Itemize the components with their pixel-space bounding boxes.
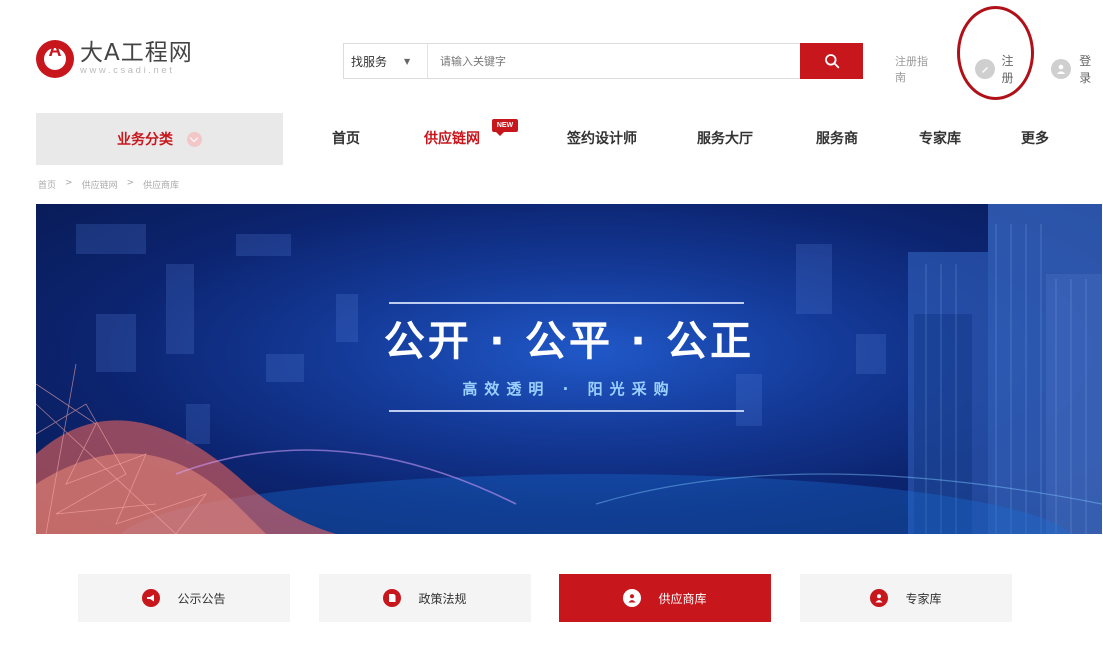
- tab-announcements-label: 公示公告: [177, 591, 226, 606]
- tab-announcements[interactable]: 公示公告: [78, 574, 290, 622]
- search-bar: 找服务 ▼: [343, 43, 863, 79]
- tab-expert-library-label: 专家库: [905, 591, 942, 606]
- search-input[interactable]: [428, 44, 800, 78]
- pencil-icon: [974, 59, 995, 79]
- chevron-down-icon: [187, 131, 202, 147]
- register-link[interactable]: 注册: [974, 52, 1026, 86]
- user-icon: [623, 589, 642, 607]
- banner-top-rule: [389, 302, 744, 304]
- banner-bottom-rule: [389, 410, 744, 412]
- banner-subtitle: 高效透明 · 阳光采购: [462, 380, 676, 398]
- breadcrumb-separator: >: [65, 178, 73, 188]
- nav-item-supply-chain[interactable]: 供应链网 NEW: [424, 113, 518, 165]
- banner-title: 公开 · 公平 · 公正: [383, 317, 755, 365]
- hero-banner: 公开 · 公平 · 公正 高效透明 · 阳光采购: [36, 204, 1102, 534]
- new-badge: NEW: [492, 119, 518, 136]
- tab-policies[interactable]: 政策法规: [319, 574, 531, 622]
- register-guide-link[interactable]: 注册指南: [895, 53, 939, 85]
- login-label: 登录: [1079, 54, 1092, 85]
- nav-item-providers[interactable]: 服务商: [816, 113, 858, 165]
- tab-supplier-library-label: 供应商库: [658, 591, 707, 606]
- caret-down-icon: ▼: [404, 56, 411, 66]
- login-link[interactable]: 登录: [1051, 52, 1103, 86]
- banner-background-art: [36, 204, 1102, 534]
- nav-item-service-hall[interactable]: 服务大厅: [697, 113, 753, 165]
- search-type-select[interactable]: 找服务 ▼: [344, 44, 428, 78]
- tab-expert-library[interactable]: 专家库: [800, 574, 1012, 622]
- section-tabs: 公示公告 政策法规 供应商库 专家库: [78, 574, 1013, 622]
- nav-item-more[interactable]: 更多: [1021, 113, 1049, 165]
- document-icon: [383, 589, 402, 607]
- user-icon: [1051, 59, 1072, 79]
- breadcrumb-separator: >: [126, 178, 135, 188]
- main-nav: 业务分类 首页 供应链网 NEW 签约设计师 服务大厅 服务商 专家库 更多: [36, 113, 1102, 165]
- business-category-label: 业务分类: [117, 132, 173, 148]
- search-button[interactable]: [800, 43, 863, 79]
- expert-icon: [870, 589, 889, 607]
- logo-url: www.csadi.net: [80, 65, 175, 76]
- business-category-menu[interactable]: 业务分类: [36, 113, 283, 165]
- site-logo[interactable]: 大A工程网 www.csadi.net: [36, 40, 193, 78]
- logo-name: 大A工程网: [80, 40, 193, 66]
- nav-item-home[interactable]: 首页: [332, 113, 360, 165]
- tab-supplier-library[interactable]: 供应商库: [559, 574, 771, 622]
- breadcrumb: 首页 > 供应链网 > 供应商库: [38, 178, 179, 191]
- megaphone-icon: [142, 589, 161, 607]
- register-label: 注册: [1001, 54, 1014, 85]
- breadcrumb-current: 供应商库: [143, 181, 180, 191]
- breadcrumb-supply-chain[interactable]: 供应链网: [82, 178, 118, 191]
- logo-mark-icon: [36, 40, 74, 78]
- search-icon: [824, 54, 839, 69]
- search-type-label: 找服务: [351, 54, 388, 69]
- breadcrumb-home[interactable]: 首页: [38, 178, 56, 191]
- nav-item-experts[interactable]: 专家库: [919, 113, 961, 165]
- tab-policies-label: 政策法规: [418, 591, 467, 606]
- user-area: 注册指南 注册 登录: [895, 52, 1103, 86]
- nav-item-supply-chain-label: 供应链网: [424, 131, 480, 147]
- nav-item-designers[interactable]: 签约设计师: [567, 113, 637, 165]
